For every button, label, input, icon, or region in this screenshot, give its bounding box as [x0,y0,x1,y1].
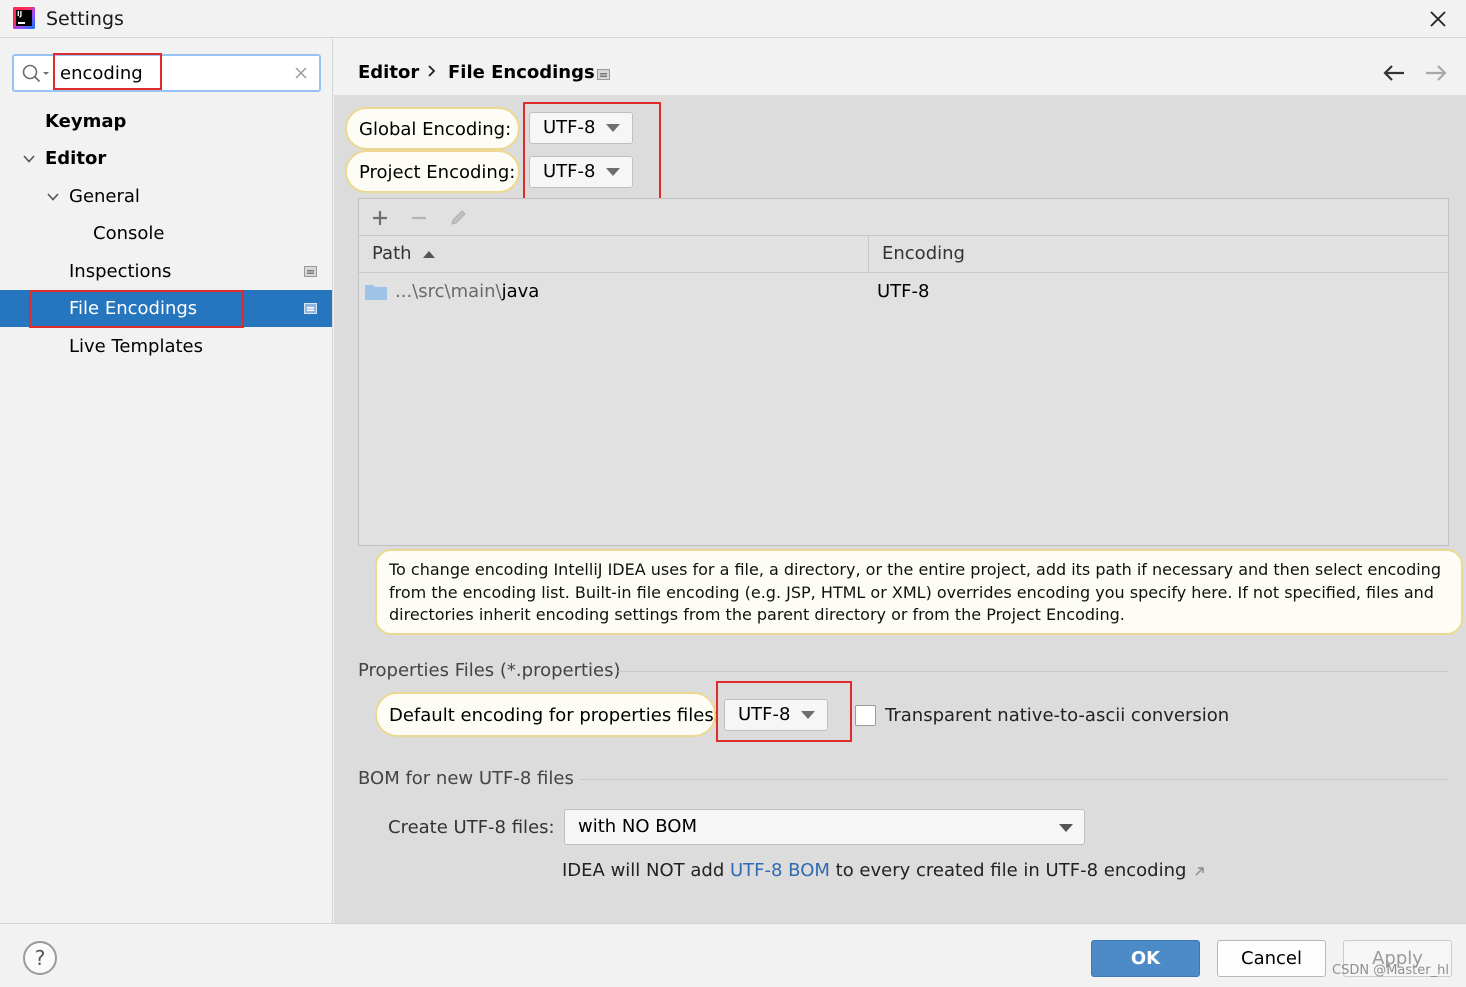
section-divider [618,671,1448,672]
column-header-label: Path [372,243,412,264]
sidebar-item-live-templates[interactable]: Live Templates [0,328,332,365]
add-icon[interactable] [369,207,391,229]
cancel-button[interactable]: Cancel [1217,940,1326,977]
sidebar-item-console[interactable]: Console [0,215,332,252]
sidebar-item-label: Editor [45,148,107,169]
title-bar: IJ Settings [0,0,1466,38]
chevron-down-icon[interactable] [46,190,60,204]
bom-section-title: BOM for new UTF-8 files [358,768,574,789]
dropdown-arrow-icon [606,168,620,176]
global-encoding-value: UTF-8 [543,117,596,138]
help-button[interactable]: ? [23,941,57,975]
transparent-ascii-label[interactable]: Transparent native-to-ascii conversion [885,705,1229,727]
create-utf8-label: Create UTF-8 files: [388,817,555,838]
settings-sidebar: Keymap Editor General Console Inspection… [0,39,333,923]
sidebar-item-label: General [69,186,140,207]
settings-search-box[interactable] [12,54,321,92]
chevron-right-icon [428,65,436,77]
intellij-logo-icon: IJ [13,7,35,29]
breadcrumb-current: File Encodings [448,62,595,83]
section-divider [580,779,1448,780]
table-header: Path Encoding [359,236,1448,273]
bom-dropdown[interactable]: with NO BOM [564,809,1085,845]
dialog-footer: ? OK Cancel Apply CSDN @Master_hl [0,923,1466,987]
row-path: ...\src\main\java [395,273,539,311]
watermark: CSDN @Master_hl [1332,963,1449,978]
sidebar-item-general[interactable]: General [0,178,332,215]
sidebar-item-inspections[interactable]: Inspections [0,253,332,290]
dropdown-arrow-icon [801,711,815,719]
bom-hint: IDEA will NOT add UTF-8 BOM to every cre… [562,859,1205,883]
back-arrow-icon[interactable] [1382,63,1406,83]
utf8-bom-link[interactable]: UTF-8 BOM [730,860,830,881]
encoding-info-note: To change encoding IntelliJ IDEA uses fo… [375,549,1463,635]
bom-value: with NO BOM [578,816,697,837]
sidebar-item-label: File Encodings [69,298,198,319]
chevron-down-icon[interactable] [22,152,36,166]
table-toolbar [359,199,1448,236]
sidebar-item-label: Inspections [69,261,172,282]
row-path-last: java [501,281,540,302]
content-header: Editor File Encodings [334,39,1466,95]
forward-arrow-icon[interactable] [1424,63,1448,83]
column-header-path[interactable]: Path [359,236,869,272]
clear-search-icon[interactable] [292,64,310,82]
table-row[interactable]: ...\src\main\java UTF-8 [359,273,1448,311]
column-header-label: Encoding [882,243,965,264]
bom-hint-text: IDEA will NOT add [562,860,730,881]
close-icon [1430,11,1446,27]
dropdown-arrow-icon [1059,824,1073,832]
search-icon[interactable] [22,64,50,84]
properties-encoding-value: UTF-8 [738,704,791,725]
global-encoding-label: Global Encoding: [345,107,520,150]
sidebar-item-label: Keymap [45,111,127,132]
bom-hint-text: to every created file in UTF-8 encoding [829,860,1187,881]
project-scope-icon [304,266,317,277]
path-encoding-table: Path Encoding ...\src\main\java UTF-8 [358,198,1449,546]
ok-button[interactable]: OK [1091,940,1200,977]
global-encoding-dropdown[interactable]: UTF-8 [529,112,633,144]
external-link-icon[interactable] [1194,866,1205,877]
project-encoding-value: UTF-8 [543,161,596,182]
properties-encoding-dropdown[interactable]: UTF-8 [724,699,828,731]
sidebar-item-keymap[interactable]: Keymap [0,103,332,140]
project-scope-icon [597,69,610,80]
transparent-ascii-checkbox[interactable] [855,705,876,726]
edit-pencil-icon[interactable] [447,207,469,229]
dropdown-arrow-icon [606,124,620,132]
row-encoding[interactable]: UTF-8 [877,273,929,311]
settings-content-panel: Editor File Encodings Global Encoding: U… [334,39,1466,923]
window-title: Settings [46,8,124,30]
sort-ascending-icon [423,251,435,258]
sidebar-item-editor[interactable]: Editor [0,140,332,177]
remove-icon[interactable] [408,207,430,229]
project-scope-icon [304,303,317,314]
close-button[interactable] [1422,4,1454,34]
sidebar-item-file-encodings[interactable]: File Encodings [0,290,332,327]
search-input[interactable] [56,57,286,89]
sidebar-item-label: Console [93,223,165,244]
breadcrumb-parent[interactable]: Editor [358,61,419,85]
default-properties-encoding-label: Default encoding for properties files: [375,692,720,737]
properties-section-title: Properties Files (*.properties) [358,660,621,681]
column-header-encoding[interactable]: Encoding [869,236,1448,272]
project-encoding-label: Project Encoding: [345,150,520,193]
folder-icon [365,285,387,300]
sidebar-item-label: Live Templates [69,336,203,357]
project-encoding-dropdown[interactable]: UTF-8 [529,156,633,188]
row-path-prefix: ...\src\main\ [395,281,502,302]
